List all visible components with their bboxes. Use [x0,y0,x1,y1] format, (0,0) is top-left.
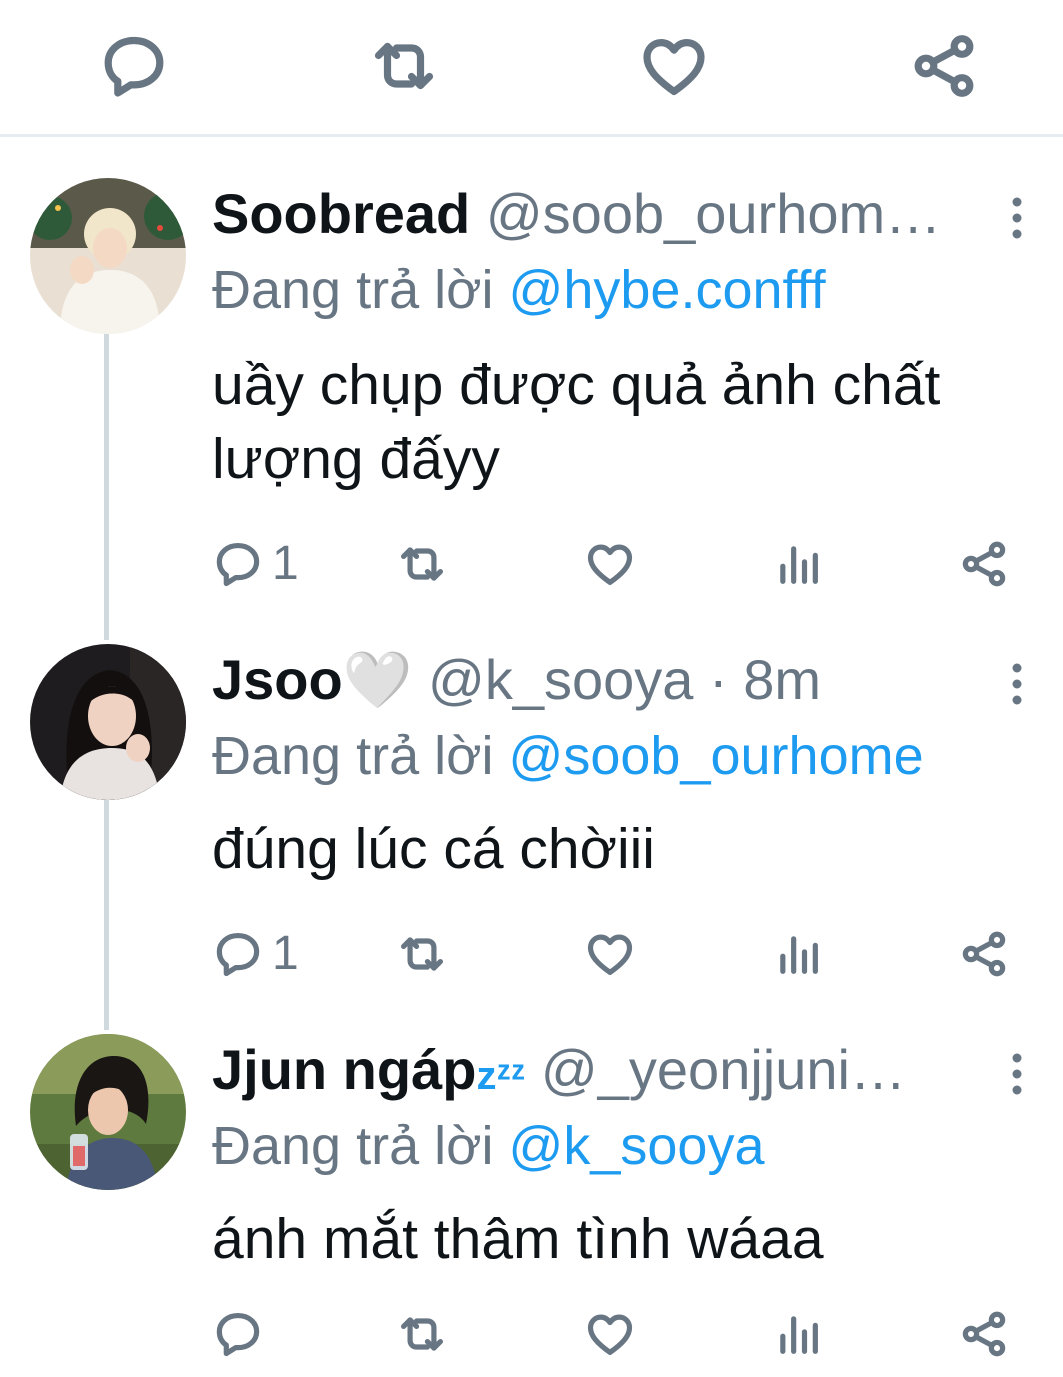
tweet-header: Soobread @soob_ourhom… [212,182,941,246]
mention-link[interactable]: @soob_ourhome [509,726,924,786]
mention-link[interactable]: @hybe.confff [509,260,826,320]
reply-icon [212,928,264,980]
user-handle[interactable]: @_yeonjjuni… [541,1038,906,1101]
heart-icon[interactable] [584,536,636,592]
sleep-emoji: zᶻᶻ [476,1054,526,1098]
reply-icon [212,1308,264,1360]
tweet-actions: 1 [212,536,1032,592]
share-icon[interactable] [908,30,980,102]
heart-icon[interactable] [584,1306,636,1362]
more-options-icon[interactable] [1001,660,1033,708]
timestamp[interactable]: · 8m [709,648,821,711]
display-name[interactable]: Soobread [212,182,470,245]
more-options-icon[interactable] [1001,1050,1033,1098]
tweet-text: ánh mắt thâm tình wáaa [212,1207,824,1271]
replying-to-label: Đang trả lời [212,726,494,786]
analytics-icon[interactable] [772,926,824,982]
tweet-action-bar [0,0,1063,136]
avatar[interactable] [30,1034,186,1190]
mention-link[interactable]: @k_sooya [509,1116,765,1176]
reply-icon[interactable] [98,30,170,102]
reply-button[interactable] [212,1306,264,1362]
display-name[interactable]: Jsoo🤍 [212,648,412,711]
heart-icon[interactable] [584,926,636,982]
tweet-header: Jsoo🤍 @k_sooya · 8m [212,648,821,712]
heart-icon[interactable] [638,30,710,102]
tweet-actions: 1 [212,926,1032,982]
reply-count: 1 [272,537,299,590]
tweet-header: Jjun ngápzᶻᶻ @_yeonjjuni… [212,1038,906,1102]
avatar[interactable] [30,644,186,800]
display-name[interactable]: Jjun ngáp [212,1038,476,1101]
replying-to: Đang trả lời @hybe.confff [212,260,826,320]
retweet-icon[interactable] [396,1306,448,1362]
share-icon[interactable] [958,536,1010,592]
thread-line [104,798,109,1030]
replying-to-label: Đang trả lời [212,1116,494,1176]
reply-icon [212,538,264,590]
tweet-text: đúng lúc cá chờiii [212,817,655,881]
replying-to-label: Đang trả lời [212,260,494,320]
share-icon[interactable] [958,1306,1010,1362]
avatar[interactable] [30,178,186,334]
analytics-icon[interactable] [772,1306,824,1362]
replying-to: Đang trả lời @soob_ourhome [212,726,924,786]
retweet-icon[interactable] [396,926,448,982]
reply-button[interactable]: 1 [212,926,299,982]
replying-to: Đang trả lời @k_sooya [212,1116,765,1176]
analytics-icon[interactable] [772,536,824,592]
tweet-text: uầy chụp được quả ảnh chất lượng đấyy [212,353,941,491]
share-icon[interactable] [958,926,1010,982]
thread-line [104,332,109,640]
user-handle[interactable]: @soob_ourhom… [486,182,941,245]
tweet-actions [212,1306,1032,1362]
more-options-icon[interactable] [1001,194,1033,242]
user-handle[interactable]: @k_sooya [428,648,693,711]
reply-count: 1 [272,927,299,980]
divider [0,134,1063,137]
retweet-icon[interactable] [396,536,448,592]
retweet-icon[interactable] [368,30,440,102]
reply-button[interactable]: 1 [212,536,299,592]
